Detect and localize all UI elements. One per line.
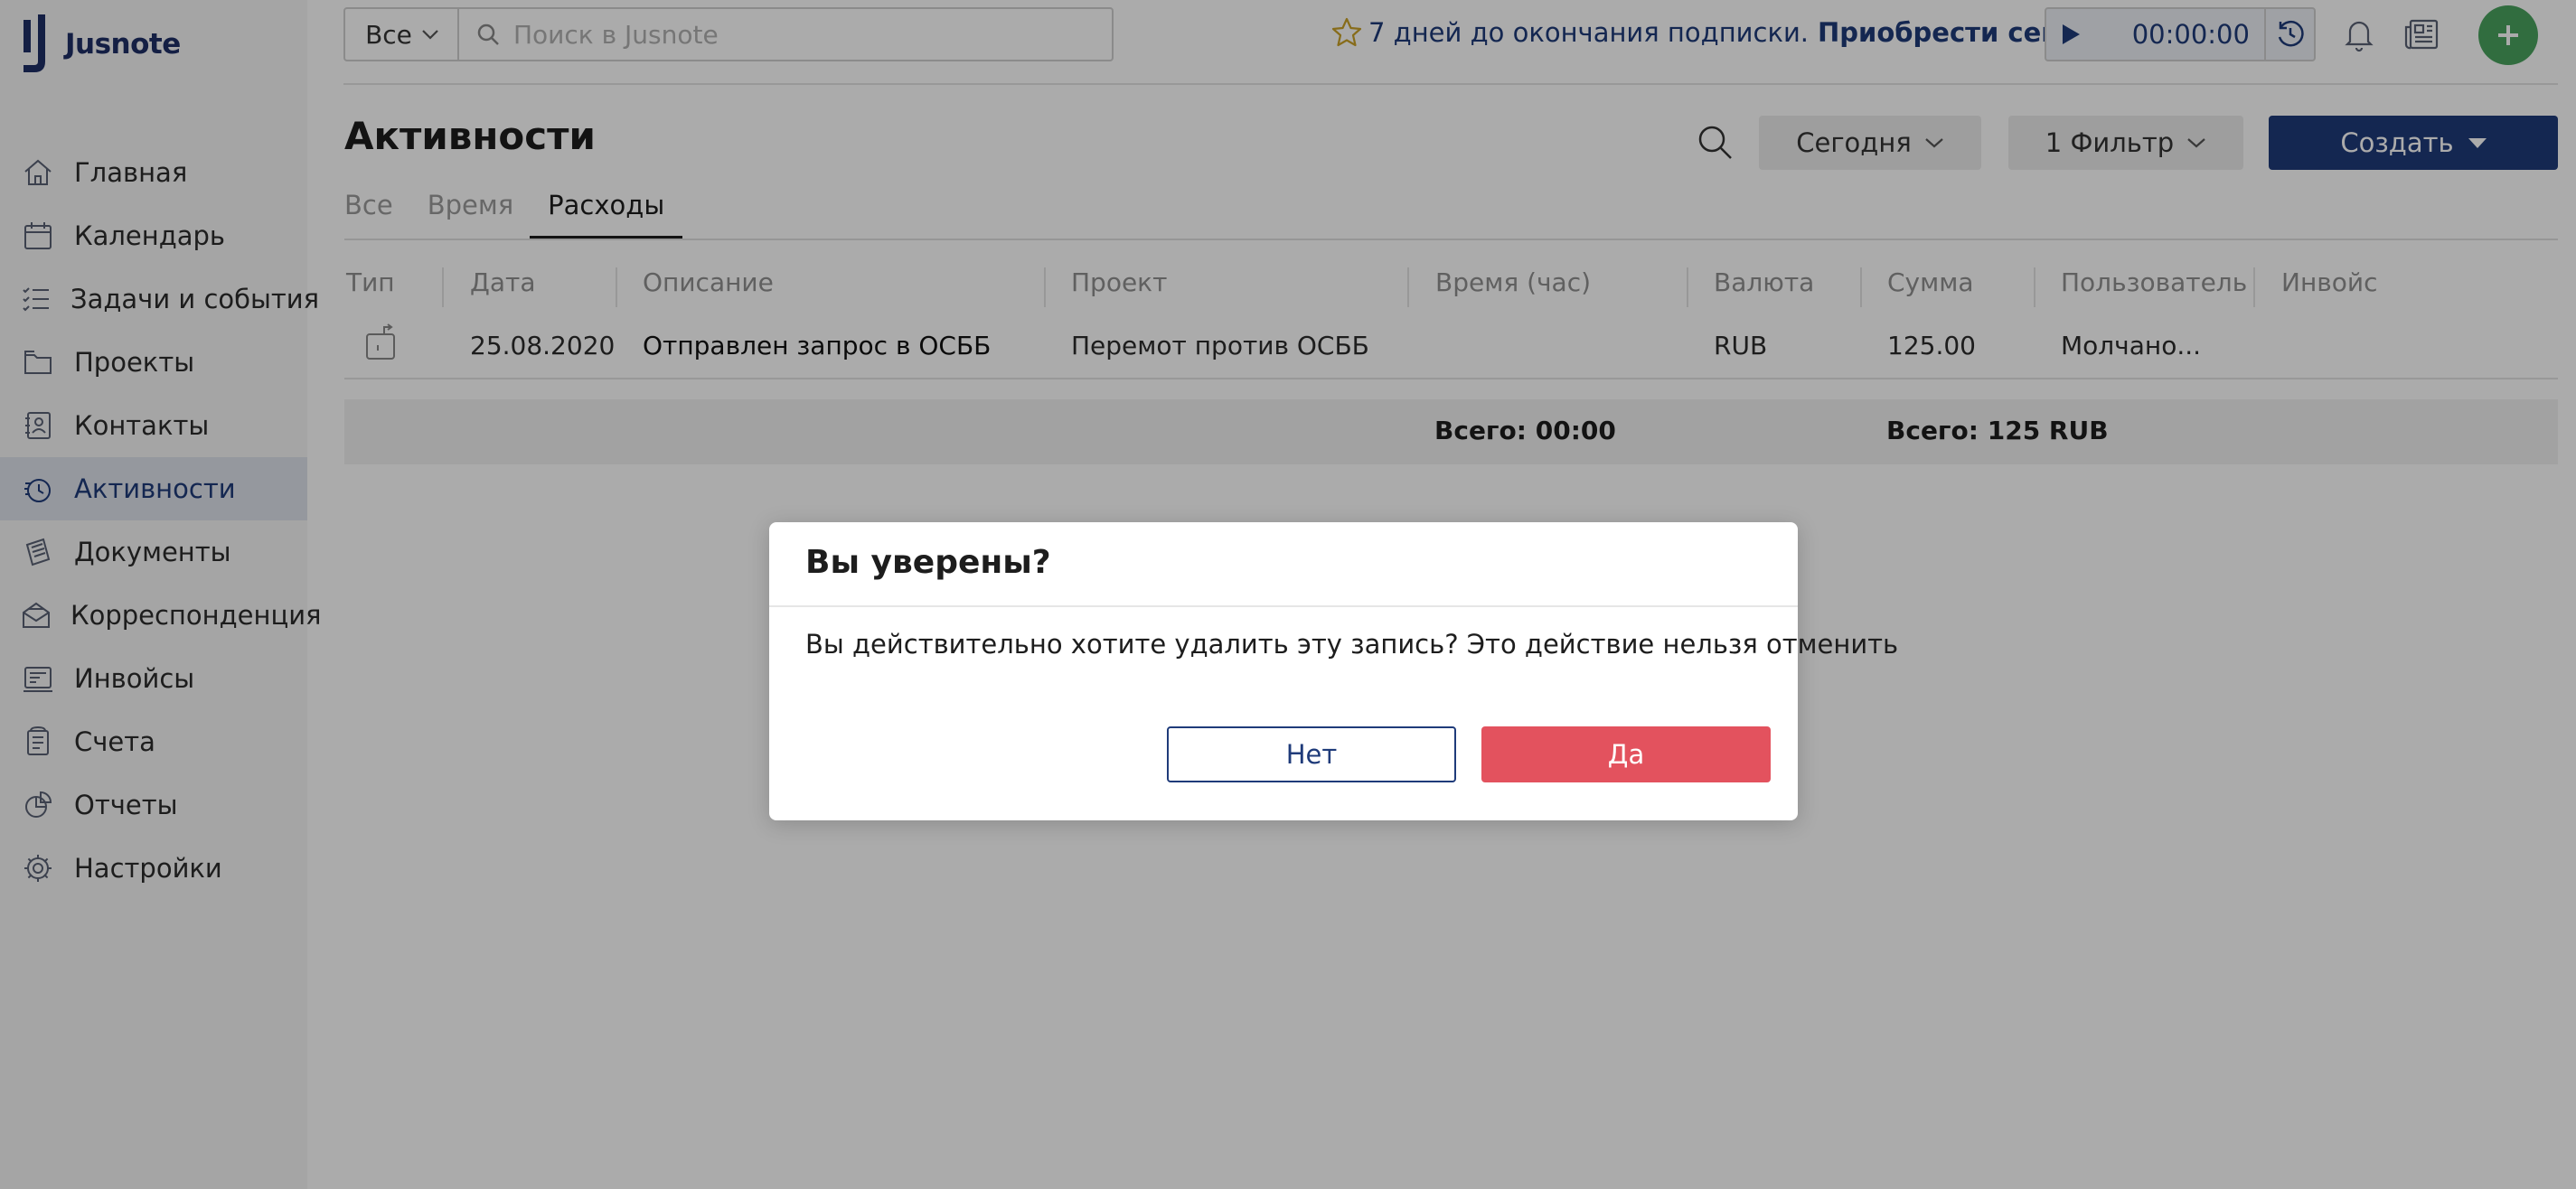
confirm-delete-dialog: Вы уверены? Вы действительно хотите удал… — [769, 522, 1898, 820]
dialog-title: Вы уверены? — [805, 544, 1051, 581]
dialog-divider — [769, 605, 1798, 607]
cancel-button[interactable]: Нет — [1167, 726, 1456, 782]
dialog-message: Вы действительно хотите удалить эту запи… — [805, 629, 1899, 660]
confirm-delete-button[interactable]: Да — [1481, 726, 1771, 782]
